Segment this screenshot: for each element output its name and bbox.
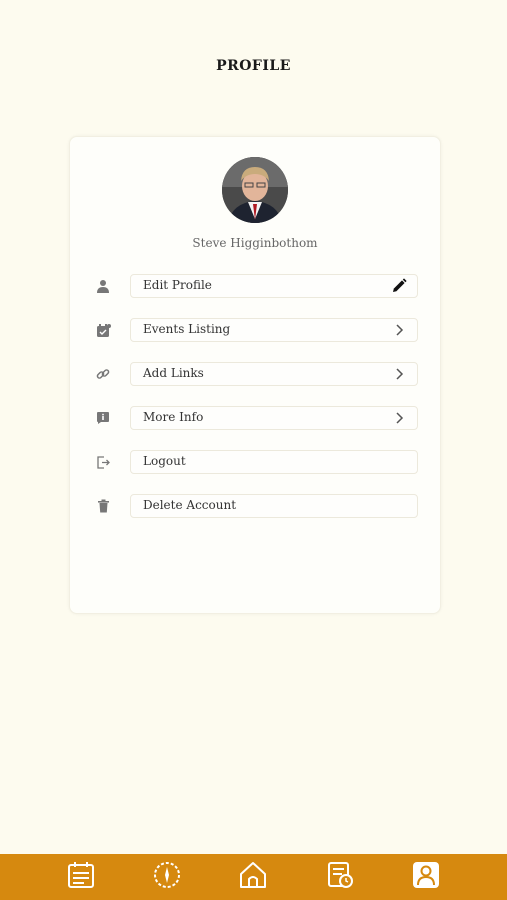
edit-profile-button[interactable]: Edit Profile [130,274,418,298]
menu-label-more-info: More Info [143,410,204,424]
home-icon [238,860,268,894]
menu-row-more-info: More Info [90,406,418,430]
nav-schedule[interactable] [322,859,358,895]
trash-icon [94,497,112,515]
menu-row-logout: Logout [90,450,418,474]
menu-row-delete-account: Delete Account [90,494,418,518]
link-icon [94,365,112,383]
chevron-right-icon [391,410,407,426]
news-icon [66,860,96,894]
more-info-button[interactable]: More Info [130,406,418,430]
bottom-nav [0,854,507,900]
info-icon [94,409,112,427]
menu-row-events-listing: Events Listing [90,318,418,342]
menu-row-edit-profile: Edit Profile [90,274,418,298]
add-links-button[interactable]: Add Links [130,362,418,386]
profile-card: Steve Higginbothom Edit Profile Events L… [69,136,441,614]
user-name: Steve Higginbothom [192,236,318,250]
logout-button[interactable]: Logout [130,450,418,474]
nav-home[interactable] [235,859,271,895]
compass-icon [152,860,182,894]
schedule-icon [325,860,355,894]
nav-profile[interactable] [408,859,444,895]
nav-news[interactable] [63,859,99,895]
chevron-right-icon [391,366,407,382]
menu-label-logout: Logout [143,454,186,468]
menu-label-events-listing: Events Listing [143,322,231,336]
menu-label-add-links: Add Links [143,366,204,380]
logout-icon [94,453,112,471]
pencil-icon [391,278,407,294]
events-listing-button[interactable]: Events Listing [130,318,418,342]
calendar-check-icon [94,321,112,339]
profile-icon [411,860,441,894]
menu-row-add-links: Add Links [90,362,418,386]
person-icon [94,277,112,295]
menu-label-delete-account: Delete Account [143,498,237,512]
chevron-right-icon [391,322,407,338]
delete-account-button[interactable]: Delete Account [130,494,418,518]
avatar [222,157,288,223]
menu-label-edit-profile: Edit Profile [143,278,212,292]
page-title: PROFILE [216,58,291,74]
nav-compass[interactable] [149,859,185,895]
